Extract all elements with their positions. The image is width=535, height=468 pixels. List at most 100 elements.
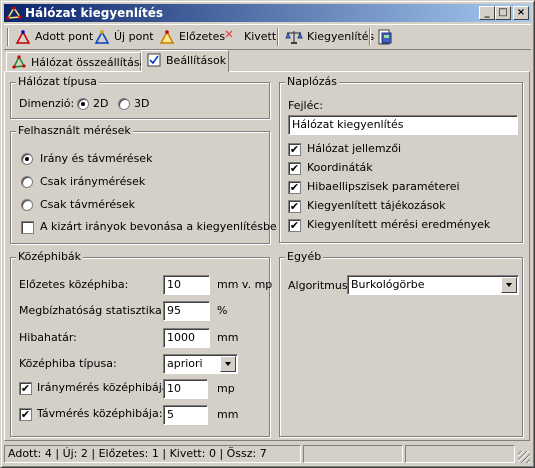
resize-grip-icon[interactable] bbox=[518, 451, 530, 463]
chevron-down-icon[interactable] bbox=[501, 277, 517, 293]
egyeb-group: Egyéb Algoritmus: Burkológörbe bbox=[279, 250, 523, 437]
status-bar: Adott: 4 | Új: 2 | Előzetes: 1 | Kivett:… bbox=[4, 444, 531, 464]
close-icon: × bbox=[516, 7, 526, 18]
log-checkbox[interactable]: ✔ bbox=[288, 219, 301, 232]
toolbar: Adott pont Új pont Előzetes Kivett Kiegy… bbox=[4, 24, 531, 50]
fejlec-input[interactable]: Hálózat kiegyenlítés bbox=[288, 115, 518, 135]
elozetes-kozephiba-input[interactable]: 10 bbox=[163, 275, 210, 295]
log-checkbox[interactable]: ✔ bbox=[288, 200, 301, 213]
felhasznalt-meresek-group: Felhasznált mérések Irány és távmérések … bbox=[10, 124, 277, 244]
group-title: Naplózás bbox=[285, 75, 339, 89]
unit-label: mm bbox=[217, 331, 239, 344]
log-checkbox[interactable]: ✔ bbox=[288, 162, 301, 175]
unit-label: mp bbox=[217, 382, 235, 395]
settings-panel: Hálózat típusa Dimenzió: 2D 3D Felhaszná… bbox=[4, 71, 530, 441]
status-cell bbox=[303, 445, 403, 463]
window-title: Hálózat kiegyenlítés bbox=[25, 6, 164, 20]
log-label: Hálózat jellemzői bbox=[307, 142, 402, 155]
group-title: Középhibák bbox=[16, 250, 84, 264]
group-title: Egyéb bbox=[285, 250, 324, 264]
network-icon bbox=[6, 5, 22, 21]
kiegyenlites-button[interactable]: Kiegyenlítés bbox=[285, 27, 374, 47]
unit-label: mm bbox=[217, 408, 239, 421]
status-text: Adott: 4 | Új: 2 | Előzetes: 1 | Kivett:… bbox=[4, 445, 301, 463]
log-checkbox[interactable]: ✔ bbox=[288, 143, 301, 156]
algoritmus-select[interactable]: Burkológörbe bbox=[347, 275, 519, 295]
halozat-tipusa-group: Hálózat típusa Dimenzió: 2D 3D bbox=[10, 75, 270, 119]
algoritmus-label: Algoritmus: bbox=[288, 279, 352, 292]
export-icon bbox=[378, 29, 392, 45]
naplozas-group: Naplózás Fejléc: Hálózat kiegyenlítés ✔ … bbox=[279, 75, 523, 243]
cross-icon bbox=[225, 30, 233, 38]
megbizhatosag-label: Megbízhatóság statisztika: bbox=[19, 304, 166, 317]
iranymeres-checkbox[interactable]: ✔ bbox=[19, 382, 32, 395]
chevron-down-icon[interactable] bbox=[220, 356, 236, 372]
select-value: Burkológörbe bbox=[351, 278, 425, 291]
tab-halozat-osszeallitasa[interactable]: Hálózat összeállítása bbox=[6, 52, 146, 72]
triangle-point-icon bbox=[15, 30, 31, 44]
select-value: apriori bbox=[167, 357, 203, 370]
status-cell bbox=[405, 445, 515, 463]
tab-label: Beállítások bbox=[166, 54, 227, 67]
toolbar-separator bbox=[277, 28, 279, 46]
tab-beallitasok[interactable]: Beállítások bbox=[141, 50, 229, 72]
tavmeres-input[interactable]: 5 bbox=[163, 405, 208, 425]
radio-label: Csak iránymérések bbox=[40, 175, 146, 188]
kozephiba-tipusa-select[interactable]: apriori bbox=[163, 354, 238, 374]
radio-label: Csak távmérések bbox=[40, 198, 135, 211]
radio-2d-label: 2D bbox=[93, 97, 109, 110]
kizart-iranyok-checkbox[interactable] bbox=[21, 221, 34, 234]
radio-irany-es-tav[interactable] bbox=[21, 153, 33, 165]
log-label: Kiegyenlített tájékozások bbox=[307, 199, 446, 212]
megbizhatosag-input[interactable]: 95 bbox=[163, 301, 210, 321]
radio-3d[interactable] bbox=[118, 98, 130, 110]
settings-tab-icon bbox=[147, 53, 161, 67]
radio-label: Irány és távmérések bbox=[40, 152, 153, 165]
kivett-button[interactable]: Kivett bbox=[224, 27, 276, 47]
group-title: Hálózat típusa bbox=[16, 75, 99, 89]
tab-label: Hálózat összeállítása bbox=[31, 56, 147, 69]
elozetes-kozephiba-label: Előzetes középhiba: bbox=[19, 278, 129, 291]
radio-csak-tav[interactable] bbox=[21, 199, 33, 211]
triangle-point-icon bbox=[94, 30, 110, 44]
iranymeres-input[interactable]: 10 bbox=[163, 379, 208, 399]
uj-pont-button[interactable]: Új pont bbox=[94, 27, 156, 47]
main-window: Hálózat kiegyenlítés _ □ × Adott pont Új… bbox=[0, 0, 535, 468]
toolbar-grip bbox=[7, 28, 9, 46]
export-button[interactable] bbox=[377, 27, 397, 47]
unit-label: % bbox=[217, 304, 228, 317]
elozetes-button[interactable]: Előzetes bbox=[159, 27, 225, 47]
minimize-button[interactable]: _ bbox=[479, 6, 495, 20]
network-tab-icon bbox=[12, 55, 26, 69]
maximize-button[interactable]: □ bbox=[495, 6, 511, 20]
triangle-point-icon bbox=[159, 30, 175, 44]
kiegyenlites-label: Kiegyenlítés bbox=[307, 30, 375, 43]
kivett-label: Kivett bbox=[244, 30, 277, 43]
radio-2d[interactable] bbox=[77, 98, 89, 110]
toolbar-separator bbox=[369, 28, 371, 46]
log-checkbox[interactable]: ✔ bbox=[288, 181, 301, 194]
hibahatar-input[interactable]: 1000 bbox=[163, 328, 210, 348]
checkbox-label: A kizárt irányok bevonása a kiegyenlítés… bbox=[40, 220, 277, 233]
tab-strip: Hálózat összeállítása Beállítások bbox=[4, 50, 531, 72]
tavmeres-label: Távmérés középhibája: bbox=[37, 407, 163, 420]
tavmeres-checkbox[interactable]: ✔ bbox=[19, 408, 32, 421]
adott-pont-button[interactable]: Adott pont bbox=[15, 27, 94, 47]
close-button[interactable]: × bbox=[513, 6, 529, 20]
minimize-icon: _ bbox=[484, 7, 490, 18]
balance-icon bbox=[285, 31, 303, 44]
radio-csak-irany[interactable] bbox=[21, 176, 33, 188]
iranymeres-label: Iránymérés középhibája: bbox=[37, 381, 173, 394]
elozetes-label: Előzetes bbox=[179, 30, 226, 43]
adott-pont-label: Adott pont bbox=[35, 30, 94, 43]
group-title: Felhasznált mérések bbox=[16, 124, 133, 138]
log-label: Hibaellipszisek paraméterei bbox=[307, 180, 460, 193]
radio-3d-label: 3D bbox=[134, 97, 150, 110]
dimenzio-label: Dimenzió: bbox=[19, 97, 75, 110]
hibahatar-label: Hibahatár: bbox=[19, 331, 77, 344]
log-label: Koordináták bbox=[307, 161, 373, 174]
kozephibak-group: Középhibák Előzetes középhiba: 10 mm v. … bbox=[10, 250, 272, 437]
maximize-icon: □ bbox=[498, 7, 508, 18]
title-bar[interactable]: Hálózat kiegyenlítés _ □ × bbox=[4, 4, 531, 22]
uj-pont-label: Új pont bbox=[114, 30, 154, 43]
